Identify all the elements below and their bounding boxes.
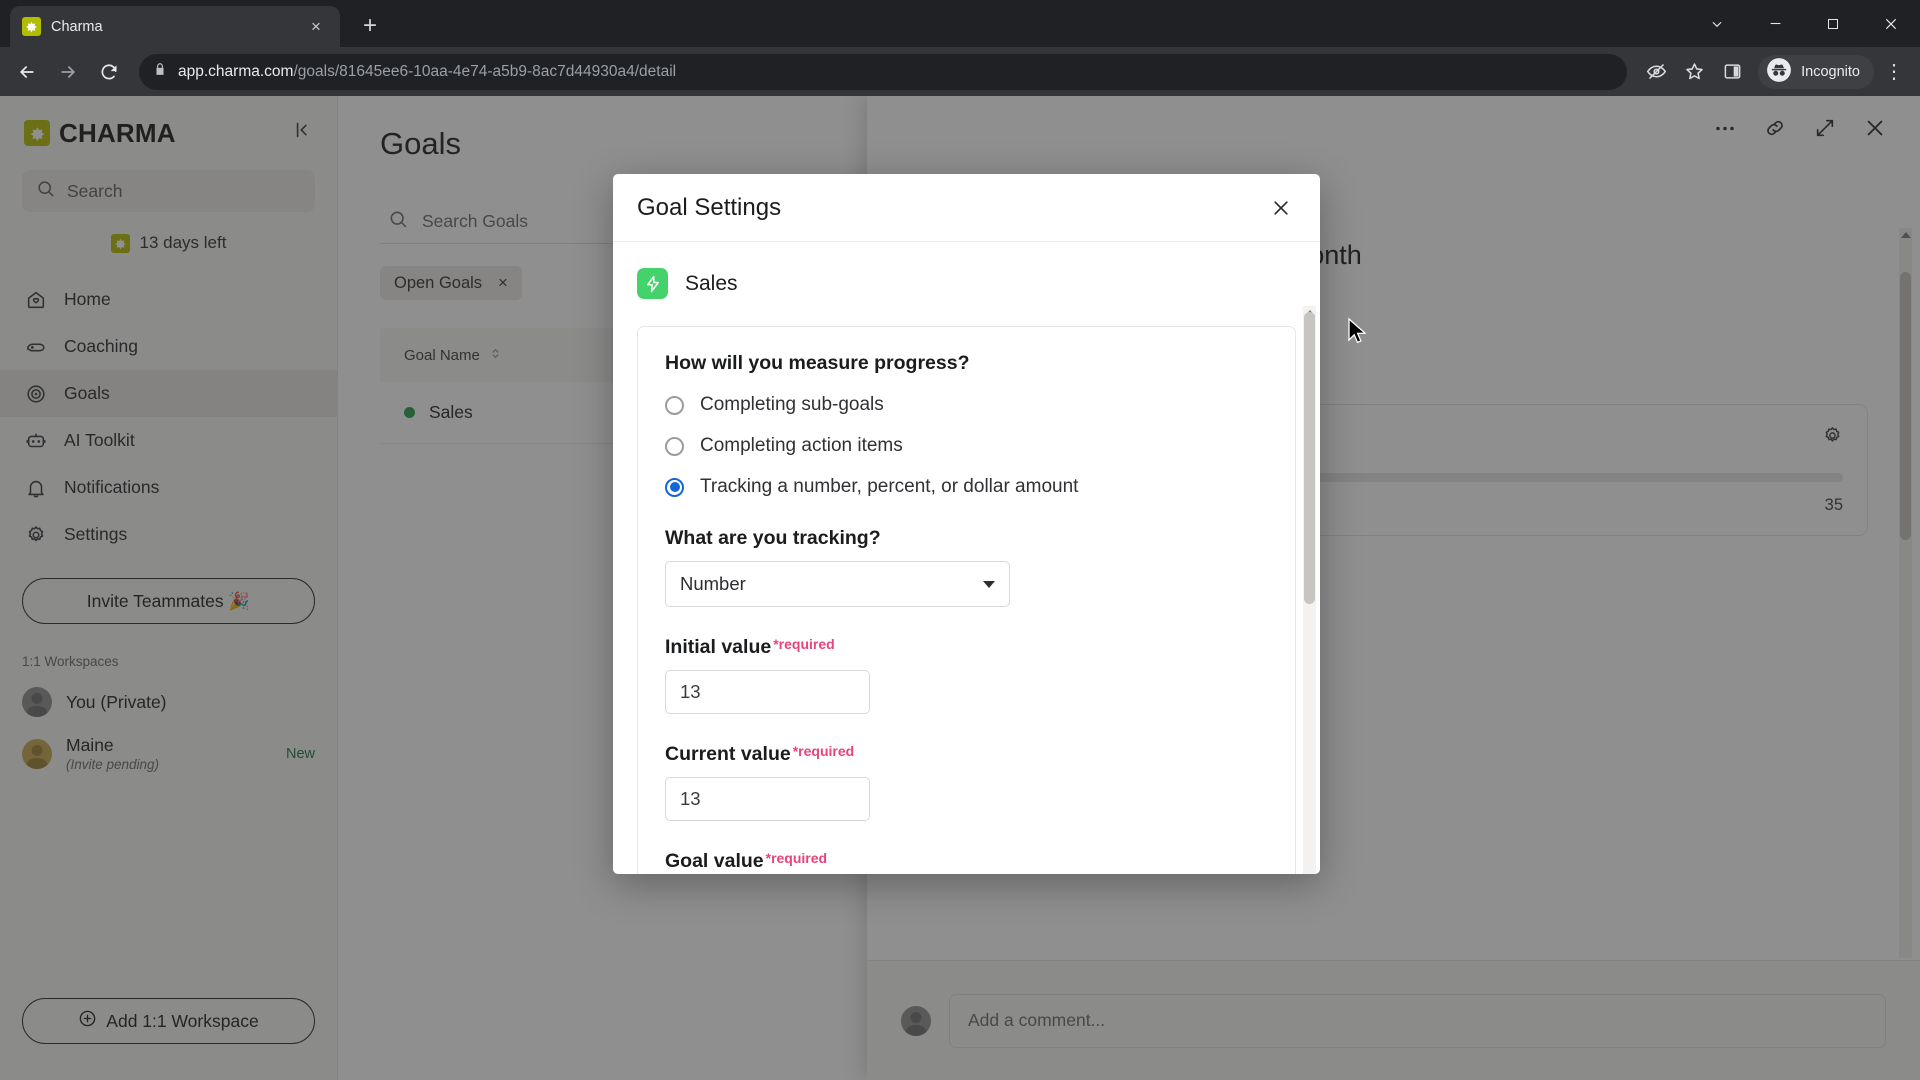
new-tab-button[interactable]: + (353, 9, 387, 43)
url-path: /goals/81645ee6-10aa-4e74-a5b9-8ac7d4493… (293, 62, 677, 80)
back-button[interactable] (8, 53, 46, 91)
required-marker: *required (773, 636, 835, 652)
tracking-type-select[interactable]: Number (665, 561, 1010, 607)
goal-value-label: Goal value *required (665, 850, 1268, 873)
radio-button[interactable] (665, 395, 684, 415)
modal-title: Goal Settings (637, 193, 782, 221)
scrollbar-thumb[interactable] (1304, 312, 1315, 604)
measure-progress-fieldset: How will you measure progress? Completin… (637, 326, 1296, 874)
measure-question-label: How will you measure progress? (665, 352, 970, 374)
current-value-label: Current value *required (665, 743, 1268, 766)
window-maximize-button[interactable] (1804, 4, 1862, 44)
tracking-type-label: What are you tracking? (665, 527, 881, 549)
browser-menu-icon[interactable]: ⋮ (1876, 54, 1912, 90)
radio-option-sub-goals[interactable]: Completing sub-goals (665, 394, 1268, 416)
modal-goal-name: Sales (685, 271, 738, 295)
current-value: 13 (680, 788, 701, 809)
charma-logo-icon (22, 17, 41, 36)
url-text: app.charma.com/goals/81645ee6-10aa-4e74-… (178, 63, 676, 81)
lock-icon (153, 62, 167, 81)
modal-close-icon[interactable] (1266, 193, 1296, 223)
initial-value-input[interactable]: 13 (665, 670, 870, 714)
toolbar-icon-group: Incognito ⋮ (1638, 54, 1912, 90)
window-controls (1688, 0, 1920, 47)
reload-button[interactable] (90, 53, 128, 91)
radio-button[interactable] (665, 477, 684, 497)
eye-slash-icon[interactable] (1638, 54, 1674, 90)
lightning-bolt-icon (637, 268, 668, 299)
window-minimize-button[interactable] (1746, 4, 1804, 44)
browser-toolbar: app.charma.com/goals/81645ee6-10aa-4e74-… (0, 47, 1920, 96)
radio-label: Completing action items (700, 435, 903, 456)
modal-goal-row: Sales (637, 268, 1296, 299)
modal-header: Goal Settings (613, 174, 1320, 242)
incognito-label: Incognito (1801, 63, 1860, 80)
chevron-down-icon (983, 580, 995, 588)
field-label-text: Current value (665, 743, 791, 765)
required-marker: *required (792, 743, 855, 759)
incognito-profile-button[interactable]: Incognito (1758, 54, 1874, 89)
radio-option-tracking-number[interactable]: Tracking a number, percent, or dollar am… (665, 476, 1268, 498)
initial-value-label: Initial value *required (665, 636, 1268, 659)
field-label-text: Initial value (665, 636, 772, 658)
tab-title: Charma (51, 18, 103, 35)
incognito-icon (1766, 57, 1792, 87)
radio-button[interactable] (665, 436, 684, 456)
radio-label: Completing sub-goals (700, 394, 884, 415)
modal-body: Sales How will you measure progress? Com… (613, 242, 1320, 874)
browser-tab[interactable]: Charma × (10, 6, 340, 47)
side-panel-icon[interactable] (1714, 54, 1750, 90)
browser-window: Charma × + app.charma.com/goals/81645ee6… (0, 0, 1920, 1080)
current-value-input[interactable]: 13 (665, 777, 870, 821)
tab-strip: Charma × + (0, 0, 1920, 47)
address-bar[interactable]: app.charma.com/goals/81645ee6-10aa-4e74-… (139, 53, 1628, 90)
tab-close-icon[interactable]: × (304, 15, 328, 39)
tracking-type-value: Number (680, 573, 746, 594)
window-close-button[interactable] (1862, 4, 1920, 44)
field-label-text: Goal value (665, 850, 764, 872)
radio-option-action-items[interactable]: Completing action items (665, 435, 1268, 457)
star-icon[interactable] (1676, 54, 1712, 90)
goal-settings-modal: Goal Settings Sales How will you measure… (613, 174, 1320, 874)
url-domain: app.charma.com (178, 62, 294, 80)
forward-button[interactable] (49, 53, 87, 91)
tab-search-chevron-icon[interactable] (1688, 4, 1746, 44)
page-viewport: CHARMA Search 13 days left (0, 96, 1920, 1080)
initial-value: 13 (680, 681, 701, 702)
required-marker: *required (765, 850, 828, 866)
modal-scrollbar[interactable] (1303, 306, 1316, 874)
radio-label: Tracking a number, percent, or dollar am… (700, 476, 1079, 497)
